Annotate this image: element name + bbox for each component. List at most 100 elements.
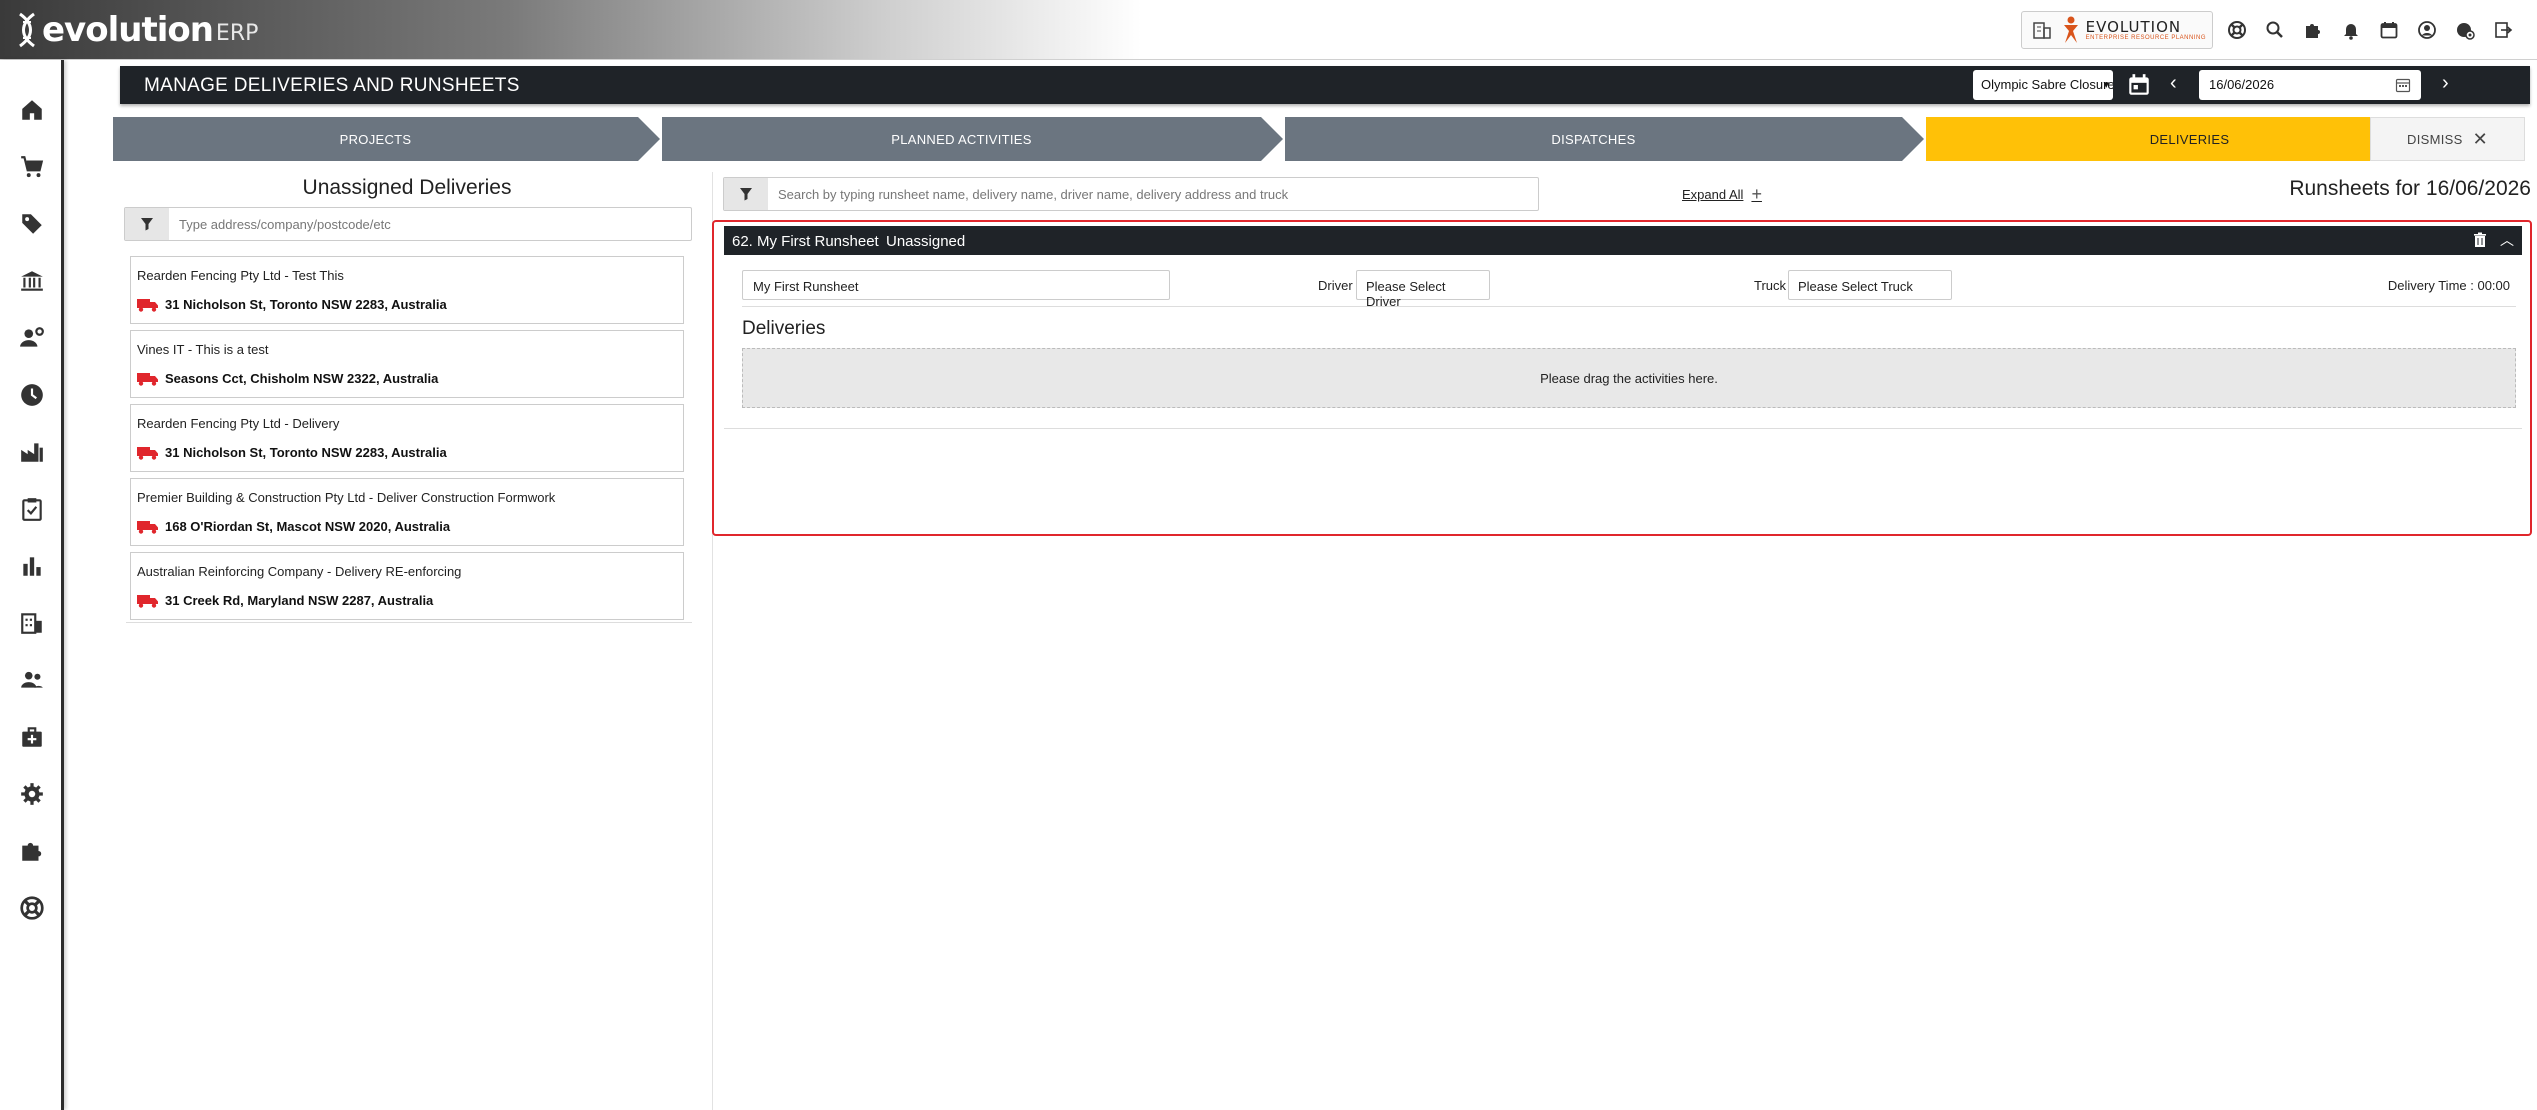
bank-icon xyxy=(21,271,43,291)
deliveries-dropzone[interactable]: Please drag the activities here. xyxy=(742,348,2516,408)
home-icon xyxy=(22,100,42,120)
truck-select[interactable]: Please Select Truck xyxy=(1788,270,1952,300)
sidebar-item-settings[interactable] xyxy=(14,776,50,812)
filter-button[interactable] xyxy=(125,208,169,240)
runsheet-header[interactable]: 62. My First Runsheet Unassigned ︿ xyxy=(724,226,2522,255)
divider xyxy=(724,428,2522,429)
delivery-name: Vines IT - This is a test xyxy=(137,342,269,357)
sidebar-item-facilities[interactable] xyxy=(14,605,50,641)
chevron-down-icon: ▾ xyxy=(2103,79,2109,91)
unassigned-delivery-item[interactable]: Rearden Fencing Pty Ltd - Test This 31 N… xyxy=(130,256,684,324)
user-icon[interactable] xyxy=(2413,16,2441,44)
runsheet-title: 62. My First Runsheet xyxy=(732,233,879,250)
runsheet-card: 62. My First Runsheet Unassigned ︿ My Fi… xyxy=(712,220,2532,536)
sidebar-item-home[interactable] xyxy=(14,92,50,128)
unassigned-delivery-item[interactable]: Premier Building & Construction Pty Ltd … xyxy=(130,478,684,546)
filter-icon xyxy=(740,188,752,201)
step-separator xyxy=(1902,117,1924,161)
sidebar-item-contacts[interactable] xyxy=(14,662,50,698)
dismiss-button[interactable]: DISMISS ✕ xyxy=(2370,117,2525,161)
next-date-button[interactable]: › xyxy=(2442,72,2449,95)
sidebar-item-tasks[interactable] xyxy=(14,491,50,527)
step-projects[interactable]: PROJECTS xyxy=(113,117,638,161)
step-label: PLANNED ACTIVITIES xyxy=(891,131,1032,147)
delivery-address-text: Seasons Cct, Chisholm NSW 2322, Australi… xyxy=(165,371,439,386)
brand-text: EVOLUTION ENTERPRISE RESOURCE PLANNING xyxy=(2086,19,2206,41)
step-label: DELIVERIES xyxy=(2149,131,2230,147)
truck-icon xyxy=(137,298,158,312)
medical-kit-icon xyxy=(22,727,42,747)
company-select[interactable]: Olympic Sabre Closures ▾ xyxy=(1973,70,2113,100)
dropzone-text: Please drag the activities here. xyxy=(1540,370,1718,386)
previous-date-button[interactable]: ‹ xyxy=(2170,72,2177,95)
deliveries-section-title: Deliveries xyxy=(742,318,826,339)
sidebar xyxy=(0,60,64,1110)
plus-icon: + xyxy=(1751,184,1762,204)
delivery-name: Australian Reinforcing Company - Deliver… xyxy=(137,564,462,579)
truck-icon xyxy=(137,520,158,534)
chevron-up-icon[interactable]: ︿ xyxy=(2500,230,2514,250)
unassigned-delivery-item[interactable]: Australian Reinforcing Company - Deliver… xyxy=(130,552,684,620)
delivery-time: Delivery Time : 00:00 xyxy=(2387,278,2510,293)
driver-label: Driver xyxy=(1318,278,1353,293)
unassigned-search-input[interactable]: Type address/company/postcode/etc xyxy=(179,217,391,232)
truck-icon xyxy=(137,594,158,608)
expand-all-button[interactable]: Expand All + xyxy=(1682,184,1762,205)
trash-icon[interactable] xyxy=(2472,232,2488,248)
app-logo[interactable]: evolution ERP xyxy=(14,10,258,50)
driver-select-value: Please Select Driver xyxy=(1366,279,1446,309)
driver-select[interactable]: Please Select Driver xyxy=(1356,270,1490,309)
date-input[interactable]: 16/06/2026 xyxy=(2199,70,2421,100)
sidebar-item-timesheets[interactable] xyxy=(14,377,50,413)
sidebar-item-sales[interactable] xyxy=(14,149,50,185)
calendar-icon[interactable] xyxy=(2375,16,2403,44)
truck-icon xyxy=(137,372,158,386)
sidebar-item-user-admin[interactable] xyxy=(14,320,50,356)
logout-icon[interactable] xyxy=(2489,16,2517,44)
unassigned-filter: Type address/company/postcode/etc xyxy=(124,207,692,241)
bell-icon[interactable] xyxy=(2337,16,2365,44)
step-separator xyxy=(1261,117,1283,161)
step-dispatches[interactable]: DISPATCHES xyxy=(1285,117,1902,161)
sidebar-item-health-safety[interactable] xyxy=(14,719,50,755)
gear-icon xyxy=(21,783,43,805)
sidebar-item-reports[interactable] xyxy=(14,548,50,584)
building-icon[interactable] xyxy=(2028,16,2056,44)
runsheet-name-input[interactable]: My First Runsheet xyxy=(742,270,1170,300)
top-toolbar: EVOLUTION ENTERPRISE RESOURCE PLANNING xyxy=(2020,10,2517,50)
workflow-stepper: PROJECTS PLANNED ACTIVITIES DISPATCHES D… xyxy=(113,117,2525,161)
user-settings-icon xyxy=(20,327,44,347)
delivery-address-text: 31 Nicholson St, Toronto NSW 2283, Austr… xyxy=(165,445,447,460)
lifebuoy-icon xyxy=(20,896,44,920)
step-label: DISPATCHES xyxy=(1551,131,1636,147)
puzzle-icon[interactable] xyxy=(2299,16,2327,44)
step-separator xyxy=(2346,117,2368,161)
sidebar-item-plugins[interactable] xyxy=(14,833,50,869)
runsheet-search-input[interactable]: Search by typing runsheet name, delivery… xyxy=(778,187,1288,202)
sidebar-item-pricing[interactable] xyxy=(14,206,50,242)
sidebar-item-finance[interactable] xyxy=(14,263,50,299)
cart-icon xyxy=(21,156,44,178)
step-planned-activities[interactable]: PLANNED ACTIVITIES xyxy=(662,117,1261,161)
date-input-value: 16/06/2026 xyxy=(2209,77,2275,92)
clock-icon xyxy=(21,384,43,406)
unassigned-deliveries-panel: Unassigned Deliveries Type address/compa… xyxy=(122,172,692,632)
calendar-picker-icon[interactable] xyxy=(2126,72,2152,98)
unassigned-delivery-item[interactable]: Rearden Fencing Pty Ltd - Delivery 31 Ni… xyxy=(130,404,684,472)
page-title: MANAGE DELIVERIES AND RUNSHEETS xyxy=(144,75,520,96)
office-building-icon xyxy=(21,613,42,634)
brand-box[interactable]: EVOLUTION ENTERPRISE RESOURCE PLANNING xyxy=(2020,11,2213,49)
tag-icon xyxy=(22,214,42,234)
settings-badge-icon[interactable] xyxy=(2451,16,2479,44)
unassigned-delivery-item[interactable]: Vines IT - This is a test Seasons Cct, C… xyxy=(130,330,684,398)
sidebar-item-manufacturing[interactable] xyxy=(14,434,50,470)
calendar-icon[interactable] xyxy=(2395,77,2411,93)
delivery-address: 168 O'Riordan St, Mascot NSW 2020, Austr… xyxy=(137,519,450,534)
step-separator xyxy=(638,117,660,161)
expand-all-label: Expand All xyxy=(1682,187,1744,202)
search-icon[interactable] xyxy=(2261,16,2289,44)
bar-chart-icon xyxy=(23,557,41,576)
sidebar-item-support[interactable] xyxy=(14,890,50,926)
filter-button[interactable] xyxy=(724,178,768,210)
help-lifebuoy-icon[interactable] xyxy=(2223,16,2251,44)
